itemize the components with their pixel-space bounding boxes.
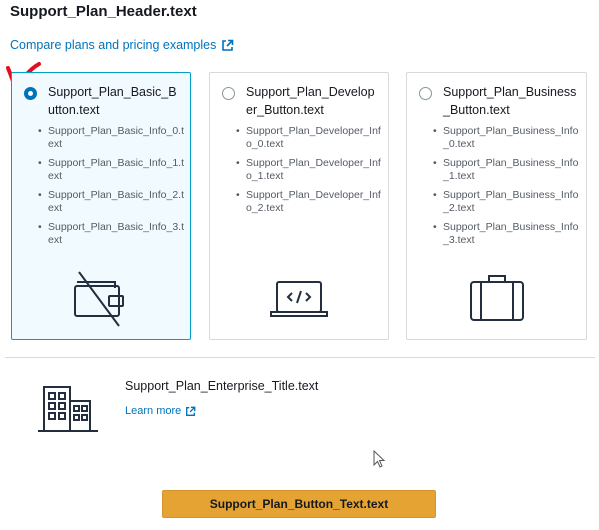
external-link-icon	[222, 39, 234, 51]
compare-plans-link[interactable]: Compare plans and pricing examples	[10, 38, 234, 52]
radio-basic[interactable]	[24, 87, 37, 100]
no-cost-wallet-icon	[74, 271, 124, 327]
plan-info-list-basic: Support_Plan_Basic_Info_0.text Support_P…	[36, 125, 186, 253]
plan-info-item: Support_Plan_Business_Info_2.text	[431, 189, 581, 215]
plan-card-basic[interactable]: Support_Plan_Basic_Button.text Support_P…	[11, 72, 191, 340]
plan-info-item: Support_Plan_Developer_Info_1.text	[234, 157, 384, 183]
office-building-icon	[38, 386, 98, 432]
page-title: Support_Plan_Header.text	[10, 3, 197, 20]
mouse-cursor-icon	[373, 450, 386, 468]
plan-info-list-business: Support_Plan_Business_Info_0.text Suppor…	[431, 125, 581, 253]
laptop-code-icon	[270, 281, 328, 317]
plan-card-developer[interactable]: Support_Plan_Developer_Button.text Suppo…	[209, 72, 389, 340]
enterprise-title: Support_Plan_Enterprise_Title.text	[125, 379, 319, 393]
plan-title-basic: Support_Plan_Basic_Button.text	[48, 85, 177, 117]
compare-plans-label: Compare plans and pricing examples	[10, 38, 217, 52]
radio-business[interactable]	[419, 87, 432, 100]
plan-info-list-developer: Support_Plan_Developer_Info_0.text Suppo…	[234, 125, 384, 221]
briefcase-icon	[469, 275, 524, 321]
plan-info-item: Support_Plan_Developer_Info_2.text	[234, 189, 384, 215]
plan-info-item: Support_Plan_Business_Info_3.text	[431, 221, 581, 247]
continue-button[interactable]: Support_Plan_Button_Text.text	[162, 490, 436, 518]
radio-developer[interactable]	[222, 87, 235, 100]
plan-info-item: Support_Plan_Basic_Info_1.text	[36, 157, 186, 183]
plan-title-business: Support_Plan_Business_Button.text	[443, 85, 577, 117]
learn-more-link[interactable]: Learn more	[125, 405, 196, 417]
external-link-icon	[186, 406, 196, 416]
learn-more-label: Learn more	[125, 405, 182, 417]
plan-info-item: Support_Plan_Developer_Info_0.text	[234, 125, 384, 151]
plan-info-item: Support_Plan_Basic_Info_3.text	[36, 221, 186, 247]
plan-info-item: Support_Plan_Business_Info_1.text	[431, 157, 581, 183]
plan-info-item: Support_Plan_Basic_Info_2.text	[36, 189, 186, 215]
plan-info-item: Support_Plan_Basic_Info_0.text	[36, 125, 186, 151]
plan-info-item: Support_Plan_Business_Info_0.text	[431, 125, 581, 151]
plan-card-business[interactable]: Support_Plan_Business_Button.text Suppor…	[406, 72, 587, 340]
section-divider	[5, 357, 595, 358]
plan-title-developer: Support_Plan_Developer_Button.text	[246, 85, 375, 117]
